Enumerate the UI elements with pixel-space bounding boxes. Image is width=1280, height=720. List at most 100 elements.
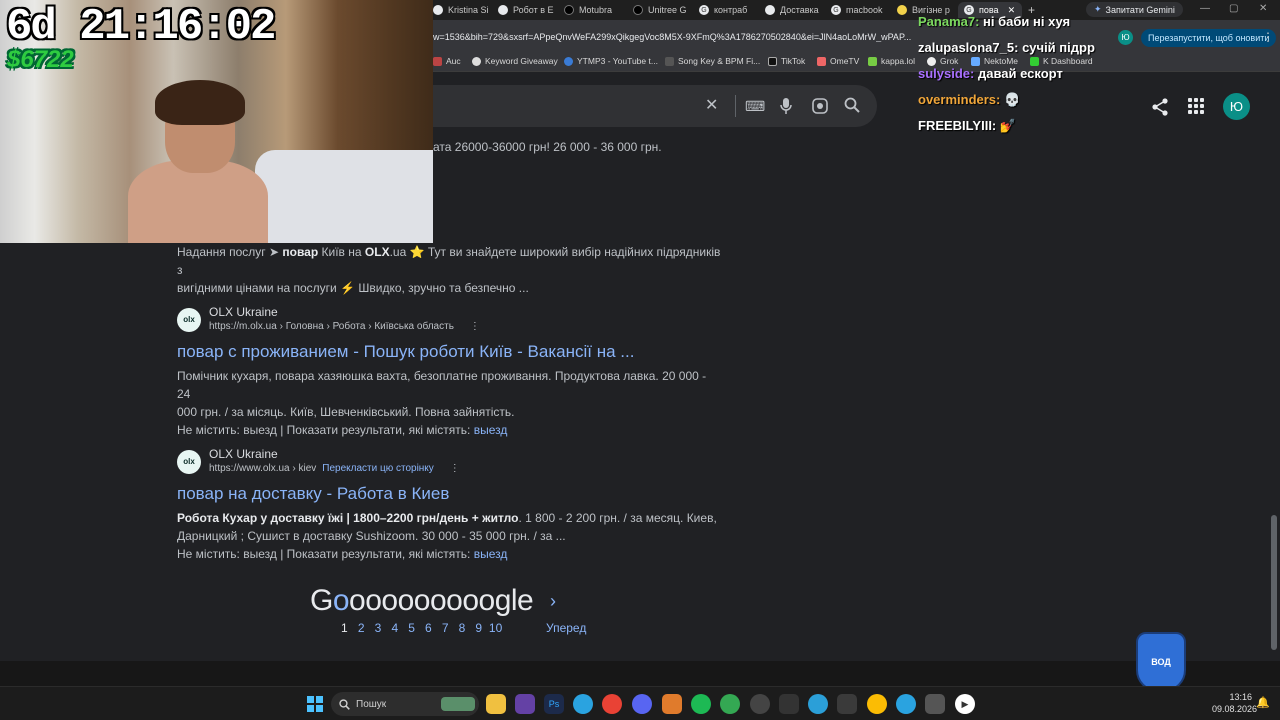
chrome-icon[interactable] — [867, 694, 887, 714]
result-snippet: Надання послуг ➤ повар Київ на OLX.ua ⭐ … — [177, 243, 722, 297]
bookmark-label: Keyword Giveaway — [485, 56, 558, 66]
chat-message: overminders: 💀 — [918, 90, 1020, 109]
microphone-icon[interactable] — [779, 97, 793, 120]
windows-start-icon[interactable] — [307, 696, 323, 712]
include-term-link[interactable]: выезд — [474, 423, 508, 437]
obs-icon[interactable] — [750, 694, 770, 714]
result-menu-icon[interactable]: ⋮ — [470, 320, 480, 334]
result-source[interactable]: olx OLX Ukraine https://www.olx.ua › kie… — [177, 447, 722, 476]
terminal-icon[interactable] — [837, 694, 857, 714]
result-source[interactable]: olx OLX Ukraine https://m.olx.ua › Голов… — [177, 305, 722, 334]
bookmark-item[interactable]: OmeTV — [817, 56, 859, 66]
bookmark-label: YTMP3 - YouTube t... — [577, 56, 658, 66]
calculator-icon[interactable] — [925, 694, 945, 714]
gemini-button[interactable]: ✦ Запитати Gemini — [1086, 2, 1183, 17]
page-number-link[interactable]: 10 — [487, 621, 504, 635]
bookmark-icon — [472, 56, 481, 66]
profile-avatar[interactable]: Ю — [1118, 30, 1133, 45]
app-icon[interactable] — [779, 694, 799, 714]
chat-message: sulyside: давай ескорт — [918, 64, 1063, 83]
page-number-link[interactable]: 9 — [470, 621, 487, 635]
window-close-icon[interactable]: ✕ — [1259, 3, 1267, 14]
search-icon[interactable] — [844, 97, 860, 118]
bookmark-item[interactable]: Keyword Giveaway — [472, 56, 558, 66]
keyboard-icon[interactable]: ⌨ — [745, 97, 765, 115]
olx-icon: olx — [177, 449, 201, 474]
browser-tab[interactable]: Робот в Е — [498, 2, 556, 18]
include-term-link[interactable]: выезд — [474, 547, 508, 561]
browser-tab[interactable]: Доставка — [765, 2, 821, 18]
discord-icon[interactable] — [632, 694, 652, 714]
page-number-link[interactable]: 5 — [403, 621, 420, 635]
maximize-icon[interactable]: ▢ — [1229, 3, 1238, 14]
logo-o-current: o — [332, 584, 350, 617]
search-box[interactable]: ✕ ⌨ — [433, 85, 877, 127]
browser-tab[interactable]: Unitree G — [633, 2, 689, 18]
page-number-link[interactable]: 2 — [353, 621, 370, 635]
lens-icon[interactable] — [811, 97, 829, 120]
bookmark-item[interactable]: Auc — [433, 56, 461, 66]
account-avatar[interactable]: Ю — [1223, 93, 1250, 120]
edge-icon[interactable] — [808, 694, 828, 714]
translate-page-link[interactable]: Перекласти цю сторінку — [322, 462, 434, 476]
bookmark-item[interactable]: kappa.lol — [868, 56, 915, 66]
bookmark-item[interactable]: Song Key & BPM Fi... — [665, 56, 760, 66]
chevron-right-icon[interactable]: › — [550, 591, 556, 612]
snippet-text: вигідними цінами на послуги ⚡ Швидко, зр… — [177, 281, 529, 295]
bookmark-item[interactable]: YTMP3 - YouTube t... — [564, 56, 658, 66]
telegram-icon[interactable] — [896, 694, 916, 714]
bookmark-label: kappa.lol — [881, 56, 916, 66]
snippet-text: Надання послуг ➤ — [177, 245, 283, 259]
tab-favicon-icon — [498, 5, 508, 15]
page-number-link[interactable]: 7 — [437, 621, 454, 635]
chrome-icon[interactable] — [602, 694, 622, 714]
page-number-link[interactable]: 4 — [386, 621, 403, 635]
tab-favicon-icon — [765, 5, 775, 15]
restart-to-update-button[interactable]: Перезапустити, щоб оновити — [1141, 29, 1277, 47]
browser-tab[interactable]: Gmacbook — [831, 2, 887, 18]
missing-label: Не містить: — [177, 547, 244, 561]
result-menu-icon[interactable]: ⋮ — [450, 462, 460, 476]
google-apps-icon[interactable] — [1188, 98, 1204, 114]
page-scrollbar[interactable] — [1271, 515, 1277, 650]
chat-text: 💀 — [1004, 92, 1021, 107]
browser-menu-icon[interactable]: ⋮ — [1262, 30, 1274, 44]
missing-terms: Не містить: выезд | Показати результати,… — [177, 545, 722, 563]
chat-message: zalupaslona7_5: сучій підрр — [918, 38, 1095, 57]
bookmark-label: Song Key & BPM Fi... — [678, 56, 761, 66]
bookmark-icon — [665, 56, 674, 66]
result-site-name: OLX Ukraine — [209, 447, 278, 461]
twitch-icon[interactable] — [515, 694, 535, 714]
minimize-icon[interactable]: — — [1200, 3, 1210, 14]
result-title-link[interactable]: повар на доставку - Работа в Киев — [177, 483, 722, 505]
telegram-icon[interactable] — [573, 694, 593, 714]
browser-tab[interactable]: Kristina Si — [433, 2, 493, 18]
page-number-link[interactable]: 6 — [420, 621, 437, 635]
chrome-icon[interactable] — [720, 694, 740, 714]
result-snippet: Помічник кухаря, повара хазяюшка вахта, … — [177, 367, 722, 421]
photoshop-icon[interactable]: Ps — [544, 694, 564, 714]
media-player-icon[interactable]: ▶ — [955, 694, 975, 714]
bookmark-item[interactable]: TikTok — [768, 56, 805, 66]
file-explorer-icon[interactable] — [486, 694, 506, 714]
url-field[interactable]: w=1536&bih=729&sxsrf=APpeQnvWeFA299xQikg… — [433, 32, 923, 42]
spotify-icon[interactable] — [691, 694, 711, 714]
share-icon[interactable] — [1150, 97, 1170, 117]
bookmark-icon — [433, 56, 442, 66]
tray-clock[interactable]: 13:16 09.08.2026 — [1212, 691, 1257, 715]
browser-tab[interactable]: Gконтраб — [699, 2, 755, 18]
app-icon[interactable] — [662, 694, 682, 714]
tiktok-icon — [768, 56, 777, 66]
next-page-link[interactable]: Уперед — [546, 621, 586, 635]
result-snippet-partial: лата 26000-36000 грн! 26 000 - 36 000 гр… — [426, 140, 662, 154]
taskbar-search[interactable]: Пошук — [331, 692, 479, 716]
clear-search-icon[interactable]: ✕ — [705, 97, 718, 115]
google-icon: G — [831, 5, 841, 15]
browser-tab[interactable]: Motubra — [564, 2, 622, 18]
notification-bell-icon[interactable]: 🔔 — [1256, 696, 1270, 709]
bookmark-label: TikTok — [781, 56, 806, 66]
chat-username: Panama7: — [918, 14, 980, 29]
result-title-link[interactable]: повар с проживанием - Пошук роботи Київ … — [177, 341, 722, 363]
page-number-link[interactable]: 8 — [454, 621, 471, 635]
page-number-link[interactable]: 3 — [370, 621, 387, 635]
